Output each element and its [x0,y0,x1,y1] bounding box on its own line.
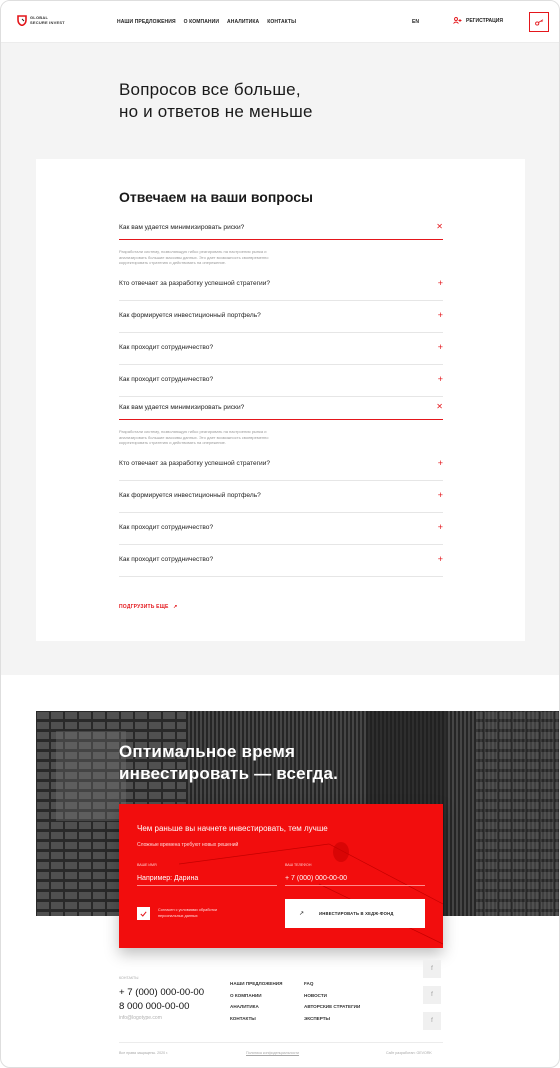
footer-links-col-2: FAQ НОВОСТИ АВТОРСКИЕ СТРАТЕГИИ ЭКСПЕРТЫ [304,981,360,1021]
footer-link-strategies[interactable]: АВТОРСКИЕ СТРАТЕГИИ [304,1004,360,1009]
consent-checkbox[interactable] [137,907,150,920]
faq-question: Как проходит сотрудничество? [119,376,214,383]
nav-item-about[interactable]: О КОМПАНИИ [184,19,219,25]
shield-logo-icon [17,15,27,26]
faq-question: Как формируется инвестиционный портфель? [119,492,261,499]
language-switch[interactable]: EN [412,19,419,25]
faq-item[interactable]: Как формируется инвестиционный портфель?… [119,301,443,333]
footer-links-col-1: НАШИ ПРЕДЛОЖЕНИЯ О КОМПАНИИ АНАЛИТИКА КО… [230,981,282,1021]
nav-item-analytics[interactable]: АНАЛИТИКА [227,19,259,25]
checkmark-icon [140,910,147,917]
invest-submit-button[interactable]: ↗ ИНВЕСТИРОВАТЬ В ХЕДЖ-ФОНД [285,899,425,928]
arrow-up-right-icon: ↗ [299,911,305,917]
faq-item[interactable]: Кто отвечает за разработку успешной стра… [119,449,443,481]
faq-item[interactable]: Как вам удается минимизировать риски? ✕ [119,397,443,420]
promo-title: Оптимальное время инвестировать — всегда… [119,741,338,785]
promo-title-line-1: Оптимальное время [119,742,296,761]
facebook-icon[interactable]: f [423,960,441,978]
logo-text: GLOBAL SECURE INVEST [30,15,65,25]
load-more-label: ПОДГРУЗИТЬ ЕЩЕ [119,604,169,610]
main-nav: НАШИ ПРЕДЛОЖЕНИЯ О КОМПАНИИ АНАЛИТИКА КО… [117,19,296,25]
footer-link-offers[interactable]: НАШИ ПРЕДЛОЖЕНИЯ [230,981,282,986]
hero-title: Вопросов все больше, но и ответов не мен… [119,79,439,123]
user-plus-icon [453,17,462,24]
faq-question: Как проходит сотрудничество? [119,556,214,563]
login-button[interactable] [529,12,549,32]
logo[interactable]: GLOBAL SECURE INVEST [17,15,65,26]
faq-title: Отвечаем на ваши вопросы [119,189,313,205]
faq-card: Отвечаем на ваши вопросы Как вам удается… [36,159,525,641]
plus-icon[interactable]: + [438,458,443,468]
faq-answer: Разработали систему, позволяющую гибко р… [119,429,269,445]
faq-question: Кто отвечает за разработку успешной стра… [119,280,271,287]
email-link[interactable]: info@logotype.com [119,1015,162,1021]
header: GLOBAL SECURE INVEST НАШИ ПРЕДЛОЖЕНИЯ О … [1,1,559,43]
footer-link-news[interactable]: НОВОСТИ [304,993,360,998]
promo-title-line-2: инвестировать — всегда. [119,764,339,783]
register-label: РЕГИСТРАЦИЯ [466,17,503,24]
faq-question: Как вам удается минимизировать риски? [119,404,245,411]
register-link[interactable]: РЕГИСТРАЦИЯ [453,17,503,24]
close-icon[interactable]: ✕ [436,402,443,412]
invest-form: Чем раньше вы начнете инвестировать, тем… [119,804,443,948]
phone-label: ВАШ ТЕЛЕФОН [285,863,312,867]
consent-text: Согласен с условиями обработки персональ… [158,908,217,918]
copyright: Все права защищены. 2020 г. [119,1051,168,1055]
load-more-link[interactable]: ПОДГРУЗИТЬ ЕЩЕ ↗ [119,604,178,610]
faq-question: Кто отвечает за разработку успешной стра… [119,460,271,467]
faq-question: Как формируется инвестиционный портфель? [119,312,261,319]
plus-icon[interactable]: + [438,310,443,320]
plus-icon[interactable]: + [438,278,443,288]
phone-primary[interactable]: + 7 (000) 000-00-00 [119,987,204,998]
plus-icon[interactable]: + [438,342,443,352]
name-input[interactable] [137,872,277,886]
contacts-label: КОНТАКТЫ [119,976,139,980]
form-title: Чем раньше вы начнете инвестировать, тем… [137,824,328,833]
faq-item[interactable]: Кто отвечает за разработку успешной стра… [119,269,443,301]
submit-label: ИНВЕСТИРОВАТЬ В ХЕДЖ-ФОНД [319,911,394,916]
footer-link-faq[interactable]: FAQ [304,981,360,986]
faq-question: Как вам удается минимизировать риски? [119,224,245,231]
faq-item[interactable]: Как проходит сотрудничество? + [119,545,443,577]
footer-divider [119,1042,443,1043]
privacy-link[interactable]: Политика конфиденциальности [246,1051,299,1055]
faq-answer: Разработали систему, позволяющую гибко р… [119,249,269,265]
faq-item[interactable]: Как формируется инвестиционный портфель?… [119,481,443,513]
plus-icon[interactable]: + [438,554,443,564]
plus-icon[interactable]: + [438,522,443,532]
developer-credit[interactable]: Сайт разработан: GEVORK [386,1051,432,1055]
plus-icon[interactable]: + [438,374,443,384]
faq-item[interactable]: Как проходит сотрудничество? + [119,333,443,365]
footer-link-contacts[interactable]: КОНТАКТЫ [230,1016,282,1021]
logo-line-2: SECURE INVEST [30,19,65,25]
phone-input[interactable] [285,872,425,886]
phone-secondary[interactable]: 8 000 000-00-00 [119,1001,189,1012]
footer-link-experts[interactable]: ЭКСПЕРТЫ [304,1016,360,1021]
hero-title-line-2: но и ответов не меньше [119,102,313,121]
faq-item[interactable]: Как проходит сотрудничество? + [119,365,443,397]
footer-link-about[interactable]: О КОМПАНИИ [230,993,282,998]
faq-item[interactable]: Как вам удается минимизировать риски? ✕ [119,217,443,240]
hero-title-line-1: Вопросов все больше, [119,80,301,99]
faq-question: Как проходит сотрудничество? [119,524,214,531]
facebook-icon[interactable]: f [423,1012,441,1030]
name-label: ВАШЕ ИМЯ [137,863,157,867]
close-icon[interactable]: ✕ [436,222,443,232]
key-icon [534,18,543,26]
faq-list: Как вам удается минимизировать риски? ✕ … [119,217,443,577]
faq-question: Как проходит сотрудничество? [119,344,214,351]
form-subtitle: Сложные времена требуют новых решений [137,842,239,848]
facebook-icon[interactable]: f [423,986,441,1004]
plus-icon[interactable]: + [438,490,443,500]
page: GLOBAL SECURE INVEST НАШИ ПРЕДЛОЖЕНИЯ О … [0,0,560,1068]
nav-item-offers[interactable]: НАШИ ПРЕДЛОЖЕНИЯ [117,19,176,25]
nav-item-contacts[interactable]: КОНТАКТЫ [267,19,296,25]
arrow-up-right-icon: ↗ [173,604,178,610]
footer-link-analytics[interactable]: АНАЛИТИКА [230,1004,282,1009]
faq-item[interactable]: Как проходит сотрудничество? + [119,513,443,545]
